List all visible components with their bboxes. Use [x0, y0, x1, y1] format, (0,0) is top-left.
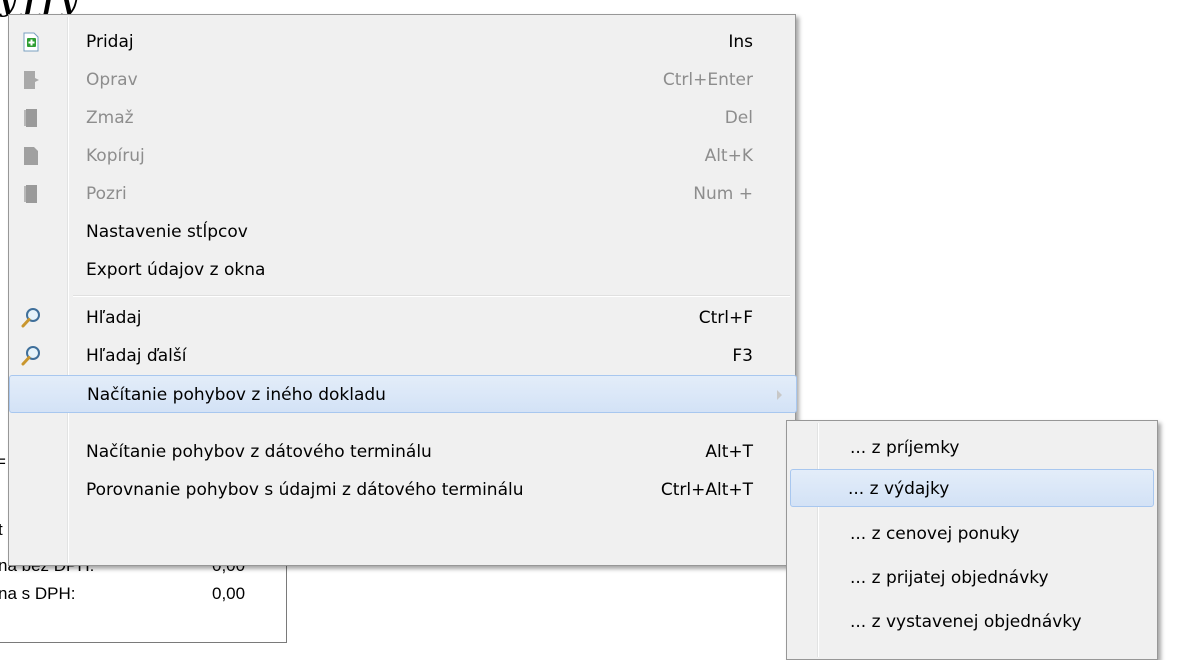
submenu-item-label: ... z prijatej objednávky [850, 568, 1049, 588]
submenu-item-from-issued-order[interactable]: ... z vystavenej objednávky [790, 603, 1154, 641]
menu-item-shortcut: Ins [728, 32, 753, 52]
menu-item-pozri[interactable]: Pozri Num + [12, 175, 792, 213]
menu-item-label: Export údajov z okna [86, 260, 266, 280]
submenu-item-from-price-offer[interactable]: ... z cenovej ponuky [790, 515, 1154, 553]
menu-item-label: Hľadaj ďalší [86, 346, 187, 366]
search-icon [20, 307, 42, 329]
menu-item-label: Pozri [86, 184, 127, 204]
menu-item-load-from-terminal[interactable]: Načítanie pohybov z dátového terminálu A… [12, 433, 792, 471]
menu-item-shortcut: Ctrl+Enter [662, 70, 753, 90]
copy-document-icon [20, 145, 42, 167]
menu-item-shortcut: Num + [693, 184, 753, 204]
menu-item-shortcut: Alt+K [704, 146, 753, 166]
summary-value: 0,00 [212, 584, 246, 603]
menu-item-column-settings[interactable]: Nastavenie stĺpcov [12, 213, 792, 251]
menu-item-label: Načítanie pohybov z dátového terminálu [86, 442, 432, 462]
menu-item-shortcut: Del [724, 108, 753, 128]
submenu-item-label: ... z cenovej ponuky [850, 524, 1020, 544]
menu-item-label: Nastavenie stĺpcov [86, 222, 248, 242]
view-document-icon [20, 183, 42, 205]
edit-document-icon [20, 69, 42, 91]
submenu: ... z príjemky ... z výdajky ... z cenov… [786, 420, 1158, 660]
submenu-arrow-icon [777, 390, 782, 400]
menu-item-shortcut: Ctrl+F [698, 308, 753, 328]
menu-item-label: Načítanie pohybov z iného dokladu [87, 385, 386, 405]
submenu-item-from-issue[interactable]: ... z výdajky [790, 469, 1154, 507]
add-document-icon [20, 31, 42, 53]
context-menu: Pridaj Ins Oprav Ctrl+Enter Zmaž Del Kop… [8, 14, 797, 566]
menu-item-pridaj[interactable]: Pridaj Ins [12, 23, 792, 61]
summary-row-with-vat: na s DPH: 0,00 [0, 584, 245, 604]
menu-item-shortcut: Ctrl+Alt+T [660, 480, 753, 500]
menu-separator [73, 295, 790, 297]
submenu-item-from-received-order[interactable]: ... z prijatej objednávky [790, 559, 1154, 597]
menu-item-export[interactable]: Export údajov z okna [12, 251, 792, 289]
menu-item-label: Oprav [86, 70, 138, 90]
summary-label: na s DPH: [0, 584, 76, 603]
menu-item-compare-with-terminal[interactable]: Porovnanie pohybov s údajmi z dátového t… [12, 471, 792, 509]
menu-item-shortcut: Alt+T [705, 442, 753, 462]
menu-item-label: Hľadaj [86, 308, 142, 328]
menu-item-kopiruj[interactable]: Kopíruj Alt+K [12, 137, 792, 175]
menu-item-zmaz[interactable]: Zmaž Del [12, 99, 792, 137]
menu-item-label: Pridaj [86, 32, 134, 52]
search-icon [20, 345, 42, 367]
submenu-item-label: ... z vystavenej objednávky [850, 612, 1082, 632]
menu-item-label: Zmaž [86, 108, 134, 128]
submenu-item-label: ... z výdajky [848, 479, 950, 499]
menu-item-oprav[interactable]: Oprav Ctrl+Enter [12, 61, 792, 99]
menu-item-label: Kopíruj [86, 146, 145, 166]
submenu-item-from-receipt[interactable]: ... z príjemky [790, 429, 1154, 467]
menu-item-hladaj-dalsi[interactable]: Hľadaj ďalší F3 [12, 337, 792, 375]
background-fragment: = [0, 452, 6, 471]
menu-item-load-from-other-document[interactable]: Načítanie pohybov z iného dokladu [9, 375, 797, 413]
menu-item-shortcut: F3 [732, 346, 753, 366]
menu-item-hladaj[interactable]: Hľadaj Ctrl+F [12, 299, 792, 337]
delete-document-icon [20, 107, 42, 129]
menu-item-label: Porovnanie pohybov s údajmi z dátového t… [86, 480, 524, 500]
background-fragment: t [0, 520, 3, 539]
submenu-item-label: ... z príjemky [850, 438, 960, 458]
